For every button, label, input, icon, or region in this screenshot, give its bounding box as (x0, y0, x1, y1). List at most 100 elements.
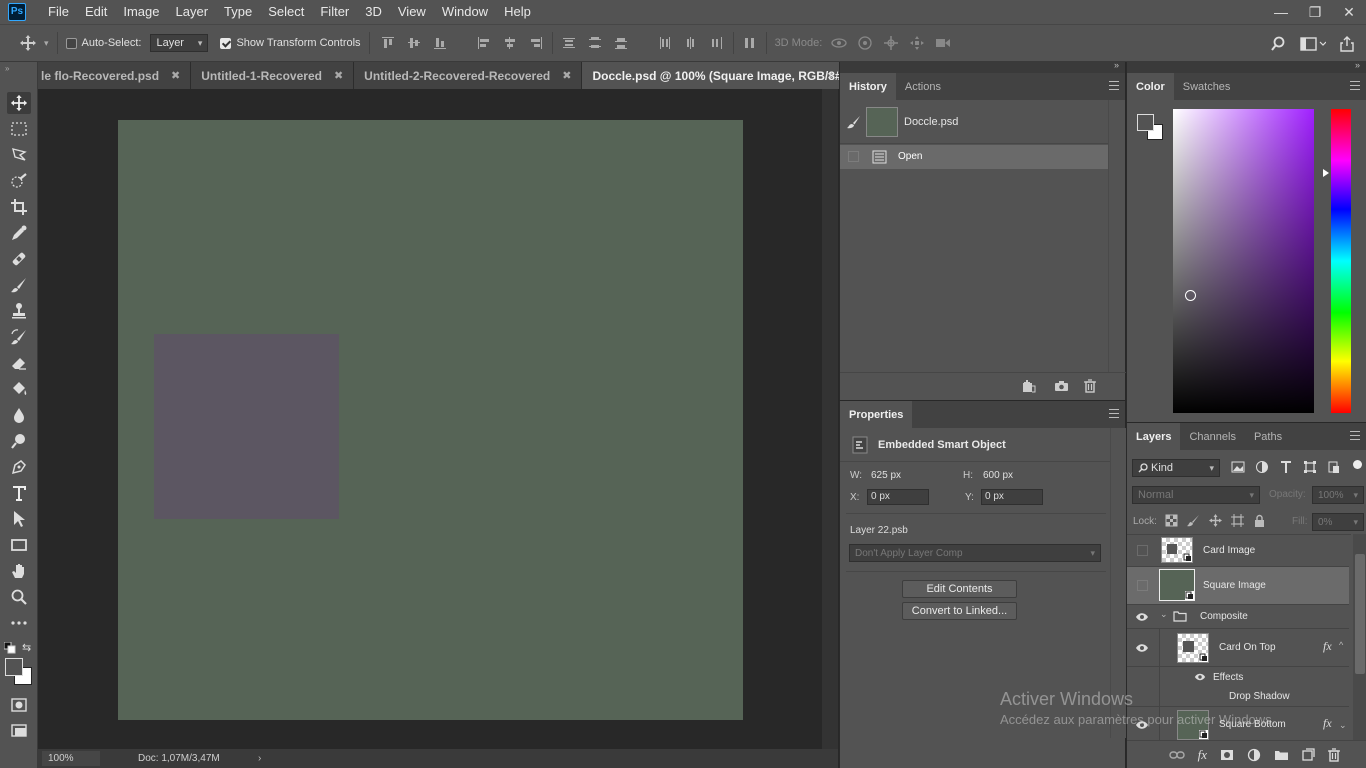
history-brush-source-icon[interactable] (847, 115, 861, 129)
history-scrollbar[interactable] (1108, 100, 1124, 372)
new-adjustment-layer-icon[interactable] (1247, 748, 1261, 762)
tab-history[interactable]: History (840, 73, 896, 100)
collapse-effects-chevron-icon[interactable]: ^ (1339, 640, 1343, 650)
blend-mode-dropdown[interactable]: Normal ▾ (1132, 486, 1260, 504)
eye-icon[interactable] (1135, 718, 1149, 732)
healing-brush-tool-icon[interactable] (7, 248, 31, 270)
eye-icon[interactable] (1193, 671, 1207, 683)
distribute-left-icon[interactable] (657, 35, 673, 51)
quick-selection-tool-icon[interactable] (7, 170, 31, 192)
menu-help[interactable]: Help (496, 0, 539, 24)
layers-scrollbar[interactable] (1353, 534, 1366, 740)
edit-contents-button[interactable]: Edit Contents (902, 580, 1017, 598)
doc-tab-le-flo[interactable]: le flo-Recovered.psd ✖ (38, 62, 192, 89)
filter-shape-icon[interactable] (1303, 460, 1317, 474)
fill-input[interactable]: 0% ▾ (1312, 513, 1364, 531)
show-transform-box[interactable] (220, 37, 232, 49)
eye-icon[interactable] (1135, 641, 1149, 655)
add-layer-style-fx-icon[interactable]: fx (1198, 747, 1207, 763)
layer-effects-row[interactable]: Effects (1127, 667, 1349, 687)
restore-button[interactable]: ❐ (1298, 0, 1332, 24)
auto-select-box[interactable] (65, 37, 77, 49)
filter-pixel-icon[interactable] (1231, 460, 1245, 474)
roll-3d-icon[interactable] (856, 35, 874, 51)
filter-type-icon[interactable] (1279, 460, 1293, 474)
zoom-tool-icon[interactable] (7, 586, 31, 608)
more-tools-icon[interactable] (7, 612, 31, 634)
doc-tab-untitled-2[interactable]: Untitled-2-Recovered-Recovered ✖ (354, 62, 583, 89)
orbit-3d-icon[interactable] (830, 35, 848, 51)
layers-scrollbar-thumb[interactable] (1355, 554, 1365, 674)
add-mask-icon[interactable] (1220, 749, 1234, 761)
menu-window[interactable]: Window (434, 0, 496, 24)
status-menu-chevron-icon[interactable]: › (258, 753, 261, 764)
panel-menu-icon[interactable] (1350, 431, 1360, 440)
hue-slider[interactable] (1331, 109, 1351, 413)
default-colors-icon[interactable] (4, 642, 16, 654)
clone-stamp-tool-icon[interactable] (7, 300, 31, 322)
layer-card-image[interactable]: Card Image (1127, 535, 1349, 567)
lasso-tool-icon[interactable] (7, 144, 31, 166)
align-right-icon[interactable] (528, 35, 544, 51)
swap-colors-icon[interactable]: ⇆ (22, 641, 31, 654)
color-picker-cursor[interactable] (1185, 290, 1196, 301)
distribute-right-icon[interactable] (709, 35, 725, 51)
panel-menu-icon[interactable] (1350, 81, 1360, 90)
align-vcenter-icon[interactable] (406, 35, 422, 51)
align-hcenter-icon[interactable] (502, 35, 518, 51)
tab-properties[interactable]: Properties (840, 401, 913, 428)
quick-mask-icon[interactable] (7, 694, 31, 716)
distribute-top-icon[interactable] (561, 35, 577, 51)
foreground-color-swatch[interactable] (5, 658, 23, 676)
layer-name[interactable]: Composite (1200, 611, 1248, 622)
height-value[interactable]: 600 px (983, 470, 1013, 481)
properties-scrollbar[interactable] (1110, 428, 1126, 738)
convert-to-linked-button[interactable]: Convert to Linked... (902, 602, 1017, 620)
effect-name[interactable]: Drop Shadow (1229, 691, 1290, 702)
search-icon[interactable] (1270, 36, 1286, 52)
menu-edit[interactable]: Edit (77, 0, 115, 24)
auto-select-checkbox[interactable]: Auto-Select: (65, 37, 141, 49)
lock-transparent-pixels-icon[interactable] (1165, 514, 1178, 527)
auto-align-icon[interactable] (742, 35, 758, 51)
link-layers-icon[interactable] (1168, 749, 1185, 761)
auto-select-target-dropdown[interactable]: Layer ▾ (150, 34, 209, 52)
width-value[interactable]: 625 px (871, 470, 901, 481)
pan-3d-icon[interactable] (882, 35, 900, 51)
type-tool-icon[interactable] (7, 482, 31, 504)
visibility-toggle-off[interactable] (1137, 580, 1148, 591)
close-tab-icon[interactable]: ✖ (334, 69, 343, 82)
square-image-shape[interactable] (154, 334, 339, 519)
new-layer-icon[interactable] (1302, 748, 1315, 761)
effect-drop-shadow[interactable]: Drop Shadow (1127, 687, 1349, 707)
lock-artboard-icon[interactable] (1231, 514, 1244, 527)
distribute-vcenter-icon[interactable] (587, 35, 603, 51)
lock-position-icon[interactable] (1209, 514, 1222, 527)
foreground-color-swatch[interactable] (1137, 114, 1154, 131)
menu-view[interactable]: View (390, 0, 434, 24)
close-tab-icon[interactable]: ✖ (562, 69, 571, 82)
zoom-level[interactable]: 100% (42, 751, 100, 766)
new-group-folder-icon[interactable] (1274, 749, 1289, 761)
layer-name[interactable]: Card Image (1203, 545, 1255, 556)
expand-effects-chevron-icon[interactable]: ⌄ (1339, 720, 1347, 731)
distribute-hcenter-icon[interactable] (683, 35, 699, 51)
color-field[interactable] (1173, 109, 1314, 413)
show-transform-controls-checkbox[interactable]: Show Transform Controls (220, 37, 361, 49)
screen-mode-icon[interactable] (7, 720, 31, 742)
doc-info[interactable]: Doc: 1,07M/3,47M (138, 753, 258, 764)
lock-image-pixels-icon[interactable] (1187, 514, 1200, 527)
collapse-panel-icon[interactable]: » (1355, 60, 1360, 70)
menu-layer[interactable]: Layer (168, 0, 217, 24)
camera-snapshot-icon[interactable] (1054, 380, 1069, 392)
trash-icon[interactable] (1084, 379, 1096, 393)
hue-slider-handle[interactable] (1323, 169, 1329, 177)
rectangle-tool-icon[interactable] (7, 534, 31, 556)
visibility-toggle-off[interactable] (1137, 545, 1148, 556)
menu-3d[interactable]: 3D (357, 0, 390, 24)
pen-tool-icon[interactable] (7, 456, 31, 478)
paint-bucket-tool-icon[interactable] (7, 378, 31, 400)
distribute-bottom-icon[interactable] (613, 35, 629, 51)
eye-icon[interactable] (1135, 610, 1149, 624)
preset-chevron-down-icon[interactable]: ▾ (44, 38, 49, 49)
